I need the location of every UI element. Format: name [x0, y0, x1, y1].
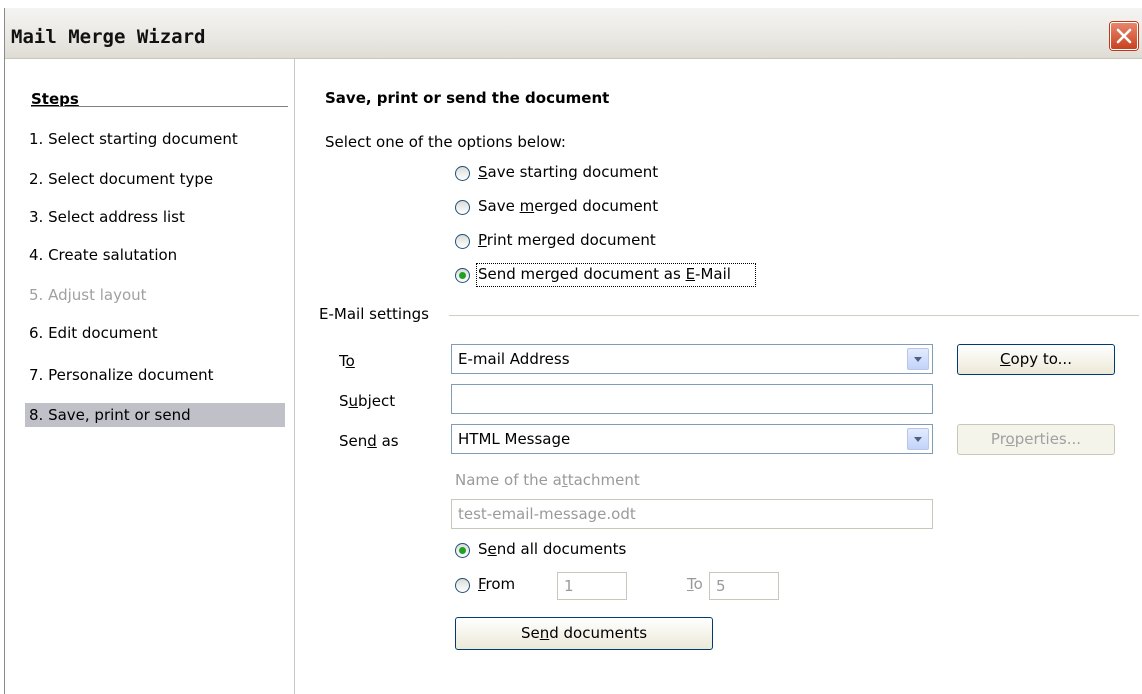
- close-icon: [1116, 28, 1132, 44]
- step-7[interactable]: 7. Personalize document: [25, 363, 285, 387]
- options-prompt: Select one of the options below:: [325, 133, 566, 151]
- chevron-down-icon[interactable]: [907, 428, 929, 450]
- save-starting-label[interactable]: Save starting document: [478, 163, 658, 181]
- step-5: 5. Adjust layout: [29, 286, 147, 304]
- subject-label: Subject: [339, 392, 396, 410]
- attachment-name-field: test-email-message.odt: [451, 499, 933, 529]
- to-dropdown[interactable]: E-mail Address: [451, 344, 933, 374]
- save-merged-label[interactable]: Save merged document: [478, 197, 658, 215]
- send-all-radio[interactable]: [455, 543, 470, 558]
- steps-divider: [31, 106, 288, 107]
- send-all-label[interactable]: Send all documents: [478, 540, 626, 558]
- print-merged-label[interactable]: Print merged document: [478, 231, 656, 249]
- send-as-value: HTML Message: [458, 430, 571, 448]
- steps-pane: Steps 1. Select starting document 2. Sel…: [5, 59, 295, 694]
- to-value: E-mail Address: [458, 350, 570, 368]
- email-settings-separator: [449, 315, 1139, 316]
- step-6[interactable]: 6. Edit document: [25, 321, 285, 345]
- properties-button: Properties...: [957, 424, 1115, 455]
- page-title: Save, print or send the document: [325, 89, 610, 107]
- subject-field[interactable]: [451, 384, 933, 414]
- to-label: To: [339, 352, 355, 370]
- from-field: 1: [557, 572, 627, 600]
- from-label[interactable]: From: [478, 575, 515, 593]
- email-settings-label: E-Mail settings: [319, 305, 429, 323]
- send-documents-button[interactable]: Send documents: [455, 617, 713, 650]
- close-button[interactable]: [1110, 22, 1138, 50]
- attachment-name-label: Name of the attachment: [455, 471, 640, 489]
- window-title: Mail Merge Wizard: [11, 26, 206, 48]
- copy-to-button[interactable]: Copy to...: [957, 344, 1115, 375]
- content-pane: Save, print or send the document Select …: [295, 59, 1142, 694]
- save-merged-radio[interactable]: [455, 200, 470, 215]
- send-email-radio[interactable]: [455, 268, 470, 283]
- from-radio[interactable]: [455, 578, 470, 593]
- chevron-down-icon[interactable]: [907, 348, 929, 370]
- mail-merge-dialog: Mail Merge Wizard Steps 1. Select starti…: [4, 8, 1142, 694]
- send-as-dropdown[interactable]: HTML Message: [451, 424, 933, 454]
- send-as-label: Send as: [339, 432, 399, 450]
- save-starting-radio[interactable]: [455, 166, 470, 181]
- step-3[interactable]: 3. Select address list: [25, 205, 285, 229]
- to-range-label: To: [687, 575, 703, 593]
- send-email-label[interactable]: Send merged document as E-Mail: [478, 265, 731, 283]
- step-4[interactable]: 4. Create salutation: [25, 243, 285, 267]
- title-bar[interactable]: Mail Merge Wizard: [5, 8, 1142, 59]
- to-range-field: 5: [709, 572, 779, 600]
- step-8[interactable]: 8. Save, print or send: [25, 403, 285, 427]
- step-1[interactable]: 1. Select starting document: [25, 127, 285, 151]
- step-2[interactable]: 2. Select document type: [25, 167, 285, 191]
- print-merged-radio[interactable]: [455, 234, 470, 249]
